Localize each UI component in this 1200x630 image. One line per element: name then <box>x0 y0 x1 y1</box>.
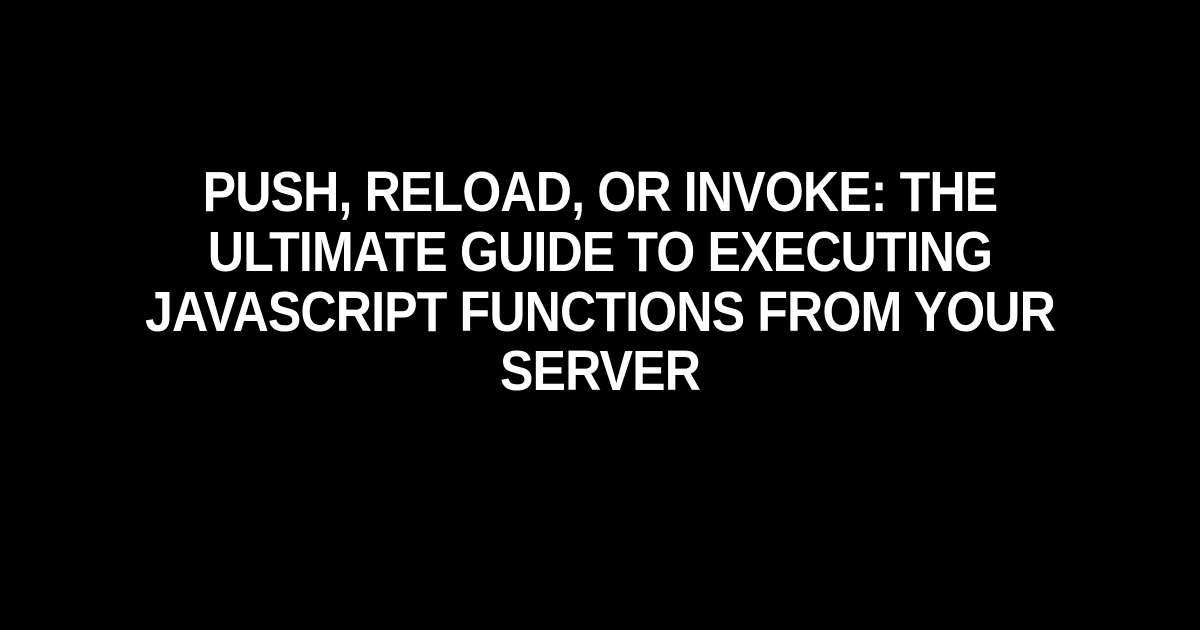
page-title: Push, Reload, or Invoke: The Ultimate Gu… <box>72 163 1128 402</box>
